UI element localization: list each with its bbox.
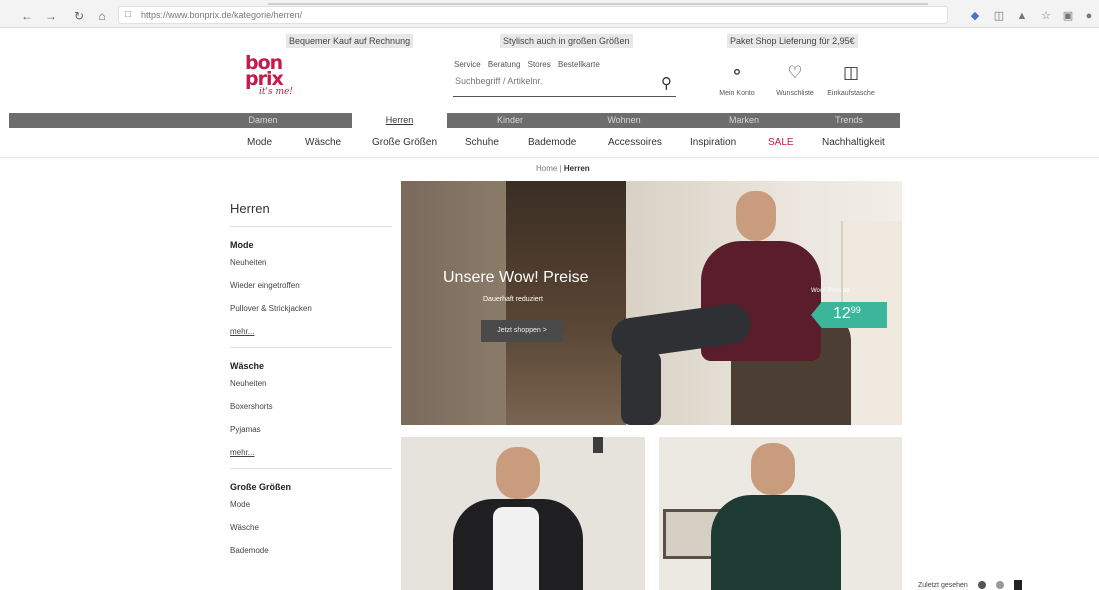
price-tag: 1299 <box>811 302 887 328</box>
dept-marken[interactable]: Marken <box>689 113 799 128</box>
consulting-link[interactable]: Beratung <box>488 60 520 69</box>
url-text[interactable]: https://www.bonprix.de/kategorie/herren/ <box>141 10 302 20</box>
recently-viewed[interactable]: Zuletzt gesehen <box>918 580 1022 590</box>
sidebar-group-mode: Mode Neuheiten Wieder eingetroffen Pullo… <box>230 227 392 348</box>
hero-title: Unsere Wow! Preise <box>443 269 589 286</box>
breadcrumb-separator: | <box>559 164 562 173</box>
hero-model-head <box>736 191 776 241</box>
lock-icon: □ <box>125 9 132 20</box>
hero-subtitle: Dauerhaft reduziert <box>483 296 543 303</box>
sidebar-more-link[interactable]: mehr... <box>230 443 392 468</box>
back-icon[interactable]: ← <box>20 9 34 23</box>
account-button[interactable]: ⚬ Mein Konto <box>712 62 762 97</box>
sidebar-group-grosse-groessen: Große Größen Mode Wäsche Bademode <box>230 469 392 564</box>
cat-inspiration[interactable]: Inspiration <box>690 137 736 148</box>
tile-model-head <box>751 443 795 495</box>
hero-background <box>401 181 521 425</box>
recent-item-icon[interactable] <box>977 581 986 589</box>
dept-wohnen[interactable]: Wohnen <box>569 113 679 128</box>
dept-trends[interactable]: Trends <box>804 113 894 128</box>
cat-mode[interactable]: Mode <box>247 137 272 148</box>
tile-model-head <box>496 447 540 499</box>
profile-icon[interactable]: ● <box>1082 9 1096 23</box>
sidebar-item[interactable]: Neuheiten <box>230 253 392 276</box>
price-note: Wow! Preis ab <box>811 288 850 294</box>
forward-icon[interactable]: → <box>44 9 58 23</box>
sidebar-item[interactable]: Bademode <box>230 541 392 564</box>
cart-button[interactable]: ◫ Einkaufstasche <box>826 62 876 97</box>
sidebar-more-link[interactable]: mehr... <box>230 322 392 347</box>
share-icon[interactable]: ▣ <box>1061 9 1075 23</box>
dept-damen[interactable]: Damen <box>209 113 317 128</box>
cat-waesche[interactable]: Wäsche <box>305 137 341 148</box>
heart-icon: ♡ <box>787 63 803 82</box>
bonprix-logo[interactable]: bon prix it's me! <box>245 54 303 103</box>
service-links: Service Beratung Stores Bestellkarte <box>454 60 605 69</box>
tab-strip-line <box>268 3 928 5</box>
favorites-icon[interactable]: ☆ <box>1039 9 1053 23</box>
tile-model-shirt <box>711 495 841 590</box>
wishlist-button[interactable]: ♡ Wunschliste <box>770 62 820 97</box>
user-icon: ⚬ <box>729 63 745 82</box>
recently-viewed-label: Zuletzt gesehen <box>918 581 968 589</box>
sidebar-item[interactable]: Pullover & Strickjacken <box>230 299 392 322</box>
breadcrumb: Home | Herren <box>536 164 590 173</box>
dept-herren[interactable]: Herren <box>352 113 447 128</box>
cat-grosse-groessen[interactable]: Große Größen <box>372 137 437 148</box>
tile-model-shirt <box>493 507 539 590</box>
cat-nachhaltigkeit[interactable]: Nachhaltigkeit <box>822 137 885 148</box>
usp-invoice: Bequemer Kauf auf Rechnung <box>286 34 414 48</box>
service-link[interactable]: Service <box>454 60 481 69</box>
stores-link[interactable]: Stores <box>528 60 551 69</box>
extension-icon[interactable]: ◆ <box>968 9 982 23</box>
price-main: 12 <box>833 305 851 322</box>
home-icon[interactable]: ⌂ <box>95 9 109 23</box>
search-input[interactable] <box>455 74 650 88</box>
browser-toolbar: ← → ↻ ⌂ □ https://www.bonprix.de/kategor… <box>0 0 1099 28</box>
sidebar-item[interactable]: Wieder eingetroffen <box>230 276 392 299</box>
sidebar-item[interactable]: Neuheiten <box>230 374 392 397</box>
breadcrumb-current: Herren <box>563 164 590 173</box>
usp-delivery: Paket Shop Lieferung für 2,95€ <box>727 34 858 48</box>
tile-lamp <box>593 437 603 453</box>
sidebar-group-heading[interactable]: Große Größen <box>230 469 392 495</box>
sidebar-item[interactable]: Boxershorts <box>230 397 392 420</box>
shop-now-button[interactable]: Jetzt shoppen > <box>481 320 563 342</box>
recent-item-icon[interactable] <box>1013 580 1022 590</box>
sidebar-group-waesche: Wäsche Neuheiten Boxershorts Pyjamas meh… <box>230 348 392 469</box>
category-sidebar: Herren Mode Neuheiten Wieder eingetroffe… <box>230 195 392 564</box>
sidebar-item[interactable]: Wäsche <box>230 518 392 541</box>
dept-kinder[interactable]: Kinder <box>455 113 565 128</box>
search-box: ⚲ <box>453 72 676 97</box>
hero-model-leg <box>621 351 661 425</box>
order-card-link[interactable]: Bestellkarte <box>558 60 600 69</box>
cat-schuhe[interactable]: Schuhe <box>465 137 499 148</box>
price-cents: 99 <box>850 305 861 315</box>
reload-icon[interactable]: ↻ <box>72 9 86 23</box>
reader-icon[interactable]: ◫ <box>992 9 1006 23</box>
product-tile[interactable] <box>659 437 902 590</box>
sidebar-title: Herren <box>230 195 392 227</box>
category-nav: Mode Wäsche Große Größen Schuhe Bademode… <box>0 128 1099 158</box>
sidebar-group-heading[interactable]: Wäsche <box>230 348 392 374</box>
collections-icon[interactable]: ▲ <box>1015 9 1029 23</box>
breadcrumb-home[interactable]: Home <box>536 164 557 173</box>
product-tile[interactable] <box>401 437 645 590</box>
hero-banner[interactable]: Unsere Wow! Preise Dauerhaft reduziert J… <box>401 181 902 425</box>
cat-bademode[interactable]: Bademode <box>528 137 576 148</box>
cat-sale[interactable]: SALE <box>768 137 794 148</box>
usp-sizes: Stylisch auch in großen Größen <box>500 34 633 48</box>
bag-icon: ◫ <box>842 63 860 82</box>
recent-item-icon[interactable] <box>995 581 1004 589</box>
address-bar[interactable]: □ https://www.bonprix.de/kategorie/herre… <box>118 6 948 24</box>
cat-accessoires[interactable]: Accessoires <box>608 137 662 148</box>
hero-background <box>506 181 626 425</box>
sidebar-item[interactable]: Pyjamas <box>230 420 392 443</box>
sidebar-group-heading[interactable]: Mode <box>230 227 392 253</box>
sidebar-item[interactable]: Mode <box>230 495 392 518</box>
department-bar: Damen Herren Kinder Wohnen Marken Trends <box>9 113 900 128</box>
search-icon[interactable]: ⚲ <box>661 75 672 93</box>
